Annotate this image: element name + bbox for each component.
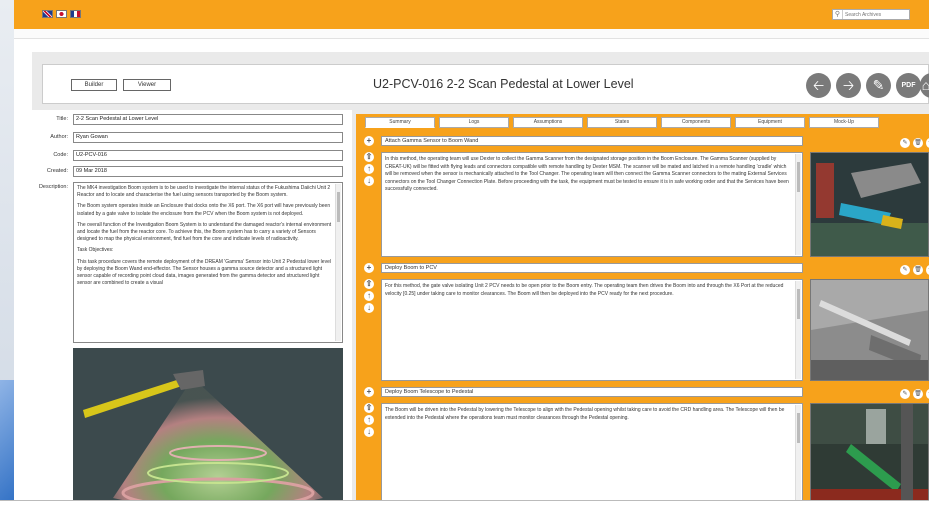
pencil-icon[interactable]: ✎ <box>866 73 891 98</box>
task-description[interactable]: The Boom will be driven into the Pedesta… <box>381 403 803 510</box>
task-scrollbar[interactable] <box>795 154 801 255</box>
created-row: Created: 09 Mar 2018 <box>32 166 352 177</box>
search-input[interactable] <box>843 11 907 18</box>
arrow-right-icon[interactable]: 🡢 <box>836 73 861 98</box>
move-down-icon[interactable]: ↓ <box>364 303 374 313</box>
arrow-left-icon[interactable]: 🡠 <box>806 73 831 98</box>
add-task-icon[interactable]: + <box>364 387 374 397</box>
tab-assumptions[interactable]: Assumptions <box>513 117 583 128</box>
builder-button[interactable]: Builder <box>71 79 117 91</box>
description-paragraph: This task procedure covers the remote de… <box>77 258 331 287</box>
description-paragraph: The Boom system operates inside an Enclo… <box>77 203 331 217</box>
details-panel: Title: 2-2 Scan Pedestal at Lower Level … <box>32 110 352 510</box>
delete-icon[interactable]: 🗑 <box>913 265 923 275</box>
task-text: For this method, the gate valve isolatin… <box>385 283 784 297</box>
task-image[interactable] <box>810 403 929 510</box>
move-down-icon[interactable]: ↓ <box>364 427 374 437</box>
pdf-icon[interactable]: PDF <box>896 73 921 98</box>
title-label: Title: <box>56 116 68 122</box>
title-field[interactable]: 2-2 Scan Pedestal at Lower Level <box>73 114 343 125</box>
move-top-icon[interactable]: ⇧ <box>364 403 374 413</box>
move-top-icon[interactable]: ⇧ <box>364 152 374 162</box>
sub-bar <box>14 29 929 39</box>
main-panel: Builder Viewer U2-PCV-016 2-2 Scan Pedes… <box>32 52 929 510</box>
description-label: Description: <box>38 184 68 190</box>
edit-icon[interactable]: ✎ <box>900 389 910 399</box>
tasks-panel: Summary Logs Assumptions States Componen… <box>356 114 929 510</box>
move-up-icon[interactable]: ↑ <box>364 291 374 301</box>
task-title[interactable]: Deploy Boom Telescope to Pedestal <box>381 387 803 397</box>
tab-summary[interactable]: Summary <box>365 117 435 128</box>
move-up-icon[interactable]: ↑ <box>364 164 374 174</box>
code-field[interactable]: U2-PCV-016 <box>73 150 343 161</box>
tab-states[interactable]: States <box>587 117 657 128</box>
delete-icon[interactable]: 🗑 <box>913 138 923 148</box>
description-field[interactable]: The MK4 investigation Boom system is to … <box>73 182 343 343</box>
tab-bar: Summary Logs Assumptions States Componen… <box>365 117 879 128</box>
edit-icon[interactable]: ✎ <box>900 265 910 275</box>
task-image[interactable] <box>810 152 929 257</box>
flag-jp-icon[interactable] <box>56 10 67 18</box>
task-description[interactable]: For this method, the gate valve isolatin… <box>381 279 803 381</box>
code-row: Code: U2-PCV-016 <box>32 150 352 161</box>
description-paragraph: The overall function of the Investigatio… <box>77 221 332 243</box>
language-flags <box>42 10 81 18</box>
add-task-icon[interactable]: + <box>364 136 374 146</box>
task-image[interactable] <box>810 279 929 381</box>
search-icon[interactable]: ⚲ <box>833 10 843 19</box>
description-paragraph: The MK4 investigation Boom system is to … <box>77 185 331 199</box>
boom-render-image <box>73 348 343 510</box>
task-description[interactable]: In this method, the operating team will … <box>381 152 803 257</box>
tab-mock-up[interactable]: Mock-Up <box>809 117 879 128</box>
page-header: Builder Viewer U2-PCV-016 2-2 Scan Pedes… <box>42 64 929 104</box>
created-label: Created: <box>46 168 68 174</box>
task-text: In this method, the operating team will … <box>385 156 789 193</box>
code-label: Code: <box>53 152 68 158</box>
created-field[interactable]: 09 Mar 2018 <box>73 166 343 177</box>
task-card: + ⇧ ↑ ↓ Deploy Boom to PCV For this meth… <box>356 262 929 387</box>
page-title: U2-PCV-016 2-2 Scan Pedestal at Lower Le… <box>373 77 634 91</box>
task-card: + ⇧ ↑ ↓ Attach Gamma Sensor to Boom Wand… <box>356 135 929 260</box>
author-label: Author: <box>50 134 68 140</box>
tab-logs[interactable]: Logs <box>439 117 509 128</box>
viewer-button[interactable]: Viewer <box>123 79 171 91</box>
task-card: + ⇧ ↑ ↓ Deploy Boom Telescope to Pedesta… <box>356 386 929 510</box>
task-scrollbar[interactable] <box>795 405 801 508</box>
home-icon[interactable]: ⌂ <box>920 73 929 98</box>
add-task-icon[interactable]: + <box>364 263 374 273</box>
tab-components[interactable]: Components <box>661 117 731 128</box>
search-box: ⚲ <box>832 9 910 20</box>
delete-icon[interactable]: 🗑 <box>913 389 923 399</box>
move-top-icon[interactable]: ⇧ <box>364 279 374 289</box>
author-field[interactable]: Ryan Gowan <box>73 132 343 143</box>
description-scrollbar[interactable] <box>335 184 341 341</box>
task-text: The Boom will be driven into the Pedesta… <box>385 407 785 421</box>
task-scrollbar[interactable] <box>795 281 801 379</box>
bottom-scrollbar[interactable] <box>0 500 929 510</box>
app-window: ⚲ Builder Viewer U2-PCV-016 2-2 Scan Ped… <box>14 0 929 510</box>
task-title[interactable]: Deploy Boom to PCV <box>381 263 803 273</box>
task-title[interactable]: Attach Gamma Sensor to Boom Wand <box>381 136 803 146</box>
title-row: Title: 2-2 Scan Pedestal at Lower Level <box>32 114 352 125</box>
top-bar: ⚲ <box>14 0 929 29</box>
author-row: Author: Ryan Gowan <box>32 132 352 143</box>
move-up-icon[interactable]: ↑ <box>364 415 374 425</box>
edit-icon[interactable]: ✎ <box>900 138 910 148</box>
flag-fr-icon[interactable] <box>70 10 81 18</box>
description-paragraph: Task Objectives: <box>77 247 114 254</box>
flag-uk-icon[interactable] <box>42 10 53 18</box>
move-down-icon[interactable]: ↓ <box>364 176 374 186</box>
tab-equipment[interactable]: Equipment <box>735 117 805 128</box>
